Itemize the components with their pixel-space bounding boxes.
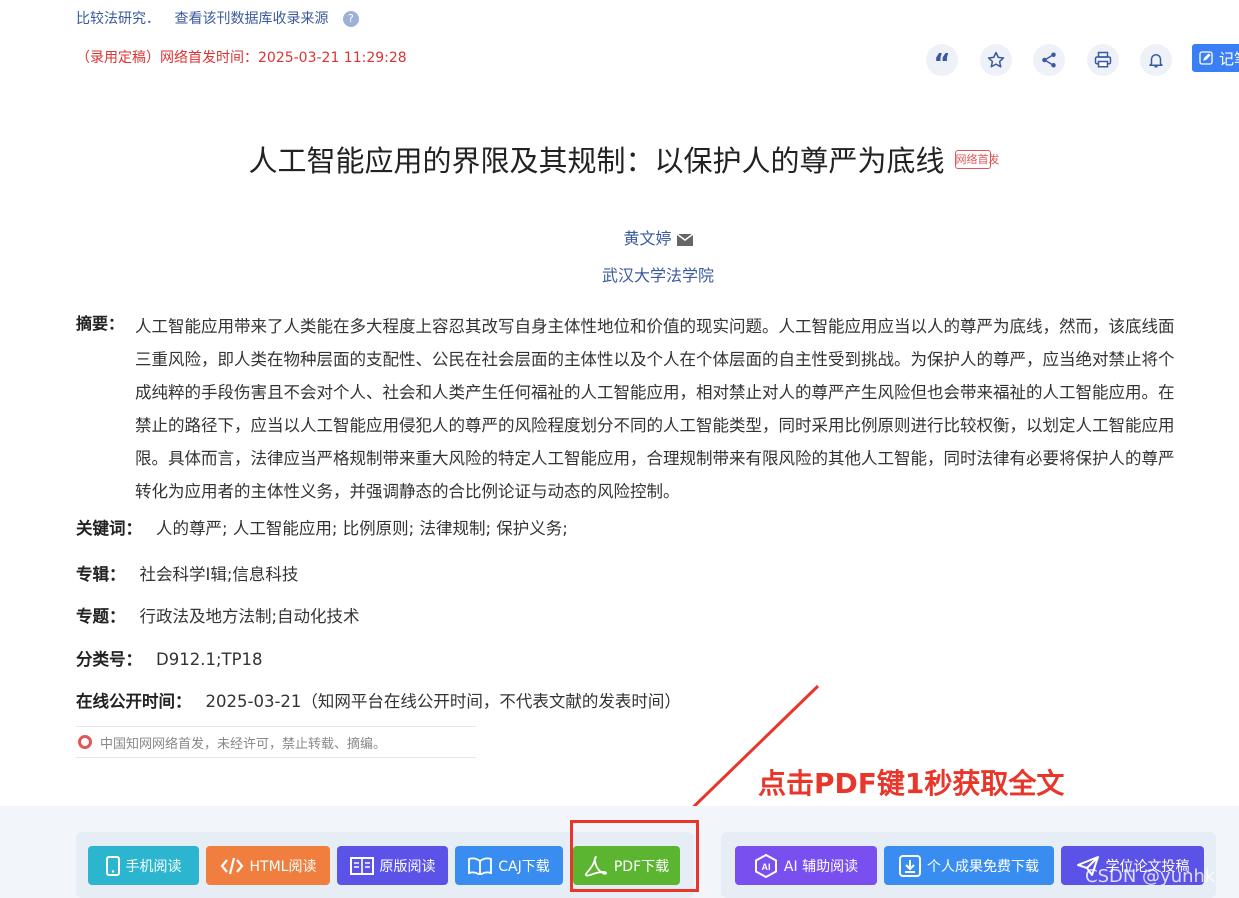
ai-assist-label: AI 辅助阅读 xyxy=(783,858,859,875)
caj-download-button[interactable]: CAJ下载 xyxy=(455,846,563,885)
html-read-label: HTML阅读 xyxy=(249,858,317,875)
code-icon xyxy=(220,857,243,874)
personal-download-label: 个人成果免费下载 xyxy=(927,858,1039,875)
download-icon xyxy=(899,854,921,877)
mobile-read-label: 手机阅读 xyxy=(125,858,182,875)
phone-icon xyxy=(105,855,120,876)
watermark: CSDN @yunhk xyxy=(1085,866,1216,887)
open-book-icon xyxy=(468,857,493,875)
ai-icon: AI xyxy=(754,853,777,878)
html-read-button[interactable]: HTML阅读 xyxy=(206,846,330,885)
original-read-label: 原版阅读 xyxy=(379,858,436,875)
personal-download-button[interactable]: 个人成果免费下载 xyxy=(884,846,1054,885)
caj-download-label: CAJ下载 xyxy=(498,858,550,875)
ai-assist-button[interactable]: AI AI 辅助阅读 xyxy=(735,846,877,885)
book-icon xyxy=(349,856,374,875)
mobile-read-button[interactable]: 手机阅读 xyxy=(88,846,199,885)
annotation-text: 点击PDF键1秒获取全文 xyxy=(758,767,1065,800)
svg-text:AI: AI xyxy=(761,862,770,872)
original-read-button[interactable]: 原版阅读 xyxy=(337,846,448,885)
pdf-highlight-box xyxy=(570,820,699,892)
